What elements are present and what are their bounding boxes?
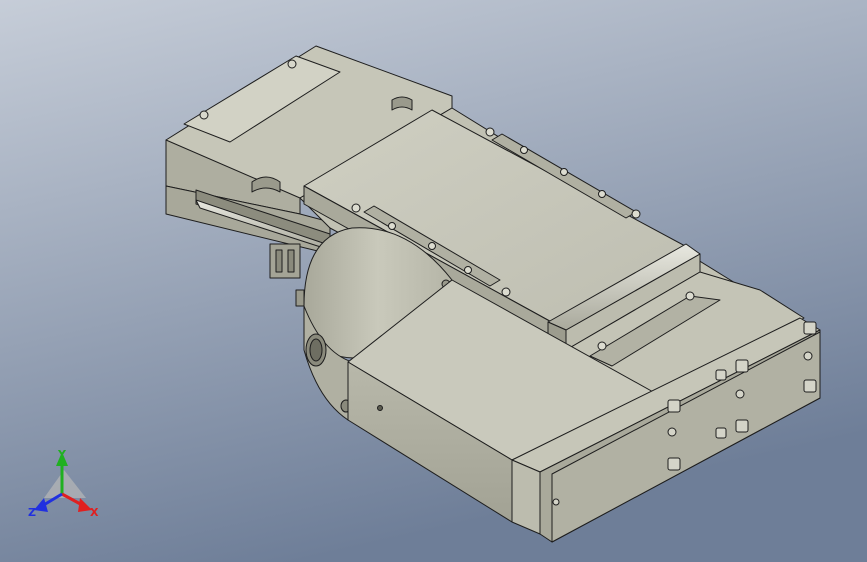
cad-3d-viewport[interactable]: Y X Z [0, 0, 867, 562]
y-axis-label: Y [57, 448, 67, 461]
z-axis-label: Z [28, 506, 36, 519]
viewport-canvas[interactable]: Y X Z [0, 0, 867, 562]
x-axis-label: X [90, 506, 99, 519]
